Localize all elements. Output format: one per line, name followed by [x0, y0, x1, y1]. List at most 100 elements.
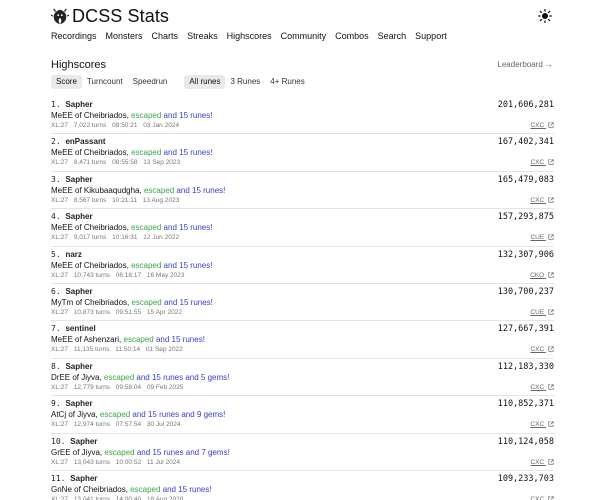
highscore-row[interactable]: 3. Sapher 165,479,083 MeEE of Kikubaaqud…	[51, 172, 554, 210]
server-link[interactable]: CUE	[530, 309, 554, 317]
turns-value: 12,779 turns	[73, 383, 110, 391]
date-value: 15 Apr 2022	[146, 308, 182, 316]
server-label: CXC	[530, 122, 545, 129]
row-header: 4. Sapher	[51, 212, 93, 222]
date-value: 03 Jan 2024	[143, 122, 180, 129]
highscore-row[interactable]: 11. Sapher 109,233,703 GnNe of Cheibriad…	[51, 471, 554, 500]
server-link[interactable]: CXC	[530, 159, 554, 167]
highscore-row[interactable]: 5. narz 132,307,906 MeEE of Cheibriados,…	[51, 247, 554, 284]
filter-turncount[interactable]: Turncount	[82, 75, 128, 89]
sun-icon[interactable]	[538, 9, 552, 23]
server-link[interactable]: CXC	[530, 346, 554, 354]
highscore-row[interactable]: 2. enPassant 167,402,341 MeEE of Cheibri…	[51, 134, 554, 172]
escaped-text: escaped	[131, 111, 162, 120]
server-link[interactable]: CXC	[530, 197, 554, 205]
filter-score[interactable]: Score	[51, 75, 82, 89]
filter-3-runes[interactable]: 3 Runes	[225, 75, 265, 89]
game-description: MeEE of Kikubaaqudgha, escaped and 15 ru…	[51, 186, 225, 196]
filter-all-runes[interactable]: All runes	[184, 75, 226, 89]
external-link-icon	[548, 458, 554, 465]
leaderboard-link[interactable]: Leaderboard →	[497, 60, 553, 70]
nav-highscores[interactable]: Highscores	[227, 30, 272, 44]
server-link[interactable]: CUE	[530, 234, 554, 242]
game-meta: XL:27 11,135 turns 11:50:14 01 Sep 2022	[51, 346, 187, 354]
server-link[interactable]: CXC	[530, 421, 554, 429]
player-name[interactable]: Sapher	[65, 100, 92, 109]
runes-text: and 15 runes!	[155, 335, 205, 345]
highscore-row[interactable]: 7. sentinel 127,667,391 MeEE of Ashenzar…	[51, 321, 554, 359]
xl-value: XL:27	[51, 458, 68, 466]
date-value: 01 Sep 2022	[145, 346, 183, 354]
player-name[interactable]: Sapher	[65, 399, 92, 408]
site-title[interactable]: DCSS Stats	[72, 5, 169, 27]
player-name[interactable]: narz	[65, 250, 81, 259]
game-description: MeEE of Cheibriados, escaped and 15 rune…	[51, 111, 212, 121]
filter-4plus-runes[interactable]: 4+ Runes	[265, 75, 309, 89]
row-header: 10. Sapher	[51, 437, 97, 447]
duration-value: 11:50:14	[115, 346, 141, 354]
nav-combos[interactable]: Combos	[335, 30, 369, 44]
runes-text: and 15 runes and 7 gems!	[136, 447, 230, 457]
player-name[interactable]: Sapher	[70, 474, 97, 483]
turns-value: 13,043 turns	[73, 458, 110, 466]
score-value: 157,293,875	[497, 212, 554, 223]
site-header: DCSS Stats	[51, 6, 553, 30]
duration-value: 09:58:04	[115, 383, 142, 391]
nav-recordings[interactable]: Recordings	[51, 30, 97, 44]
filter-speedrun[interactable]: Speedrun	[128, 75, 173, 89]
player-name[interactable]: Sapher	[65, 287, 92, 296]
highscore-row[interactable]: 8. Sapher 112,183,330 DrEE of Jiyva, esc…	[51, 359, 554, 397]
server-link[interactable]: CXC	[530, 122, 554, 130]
nav-community[interactable]: Community	[281, 30, 327, 44]
highscore-row[interactable]: 4. Sapher 157,293,875 MeEE of Cheibriado…	[51, 209, 554, 247]
rank: 4.	[51, 212, 61, 222]
server-link[interactable]: CXC	[530, 384, 554, 392]
combo-text: MeEE of Cheibriados,	[51, 223, 129, 233]
server-link[interactable]: CKO	[530, 272, 554, 280]
nav-charts[interactable]: Charts	[152, 30, 179, 44]
turns-value: 11,135 turns	[73, 346, 110, 354]
xl-value: XL:27	[51, 383, 68, 391]
runes-text: and 15 runes!	[176, 185, 226, 195]
filter-bar: Score Turncount Speedrun All runes 3 Run…	[51, 75, 310, 89]
external-link-icon	[548, 271, 554, 278]
score-value: 110,852,371	[497, 399, 554, 410]
highscore-row[interactable]: 6. Sapher 130,700,237 MyTm of Cheibriado…	[51, 284, 554, 322]
date-value: 11 Jul 2024	[146, 458, 181, 466]
server-label: CXC	[530, 383, 545, 391]
combo-text: MeEE of Ashenzari,	[51, 335, 122, 345]
player-name[interactable]: Sapher	[65, 362, 92, 371]
rank: 3.	[51, 174, 61, 184]
nav-streaks[interactable]: Streaks	[187, 30, 218, 44]
combo-text: GnNe of Cheibriados,	[51, 484, 128, 494]
duration-value: 14:00:40	[115, 495, 142, 500]
player-name[interactable]: sentinel	[65, 324, 95, 333]
nav-monsters[interactable]: Monsters	[106, 30, 143, 44]
logo-icon[interactable]	[51, 8, 69, 26]
game-meta: XL:27 9,017 turns 10:16:31 12 Jun 2022	[51, 234, 183, 242]
combo-text: MeEE of Cheibriados,	[51, 148, 129, 158]
server-link[interactable]: CXC	[530, 459, 554, 467]
external-link-icon	[548, 496, 554, 500]
row-header: 2. enPassant	[51, 137, 106, 147]
player-name[interactable]: enPassant	[65, 137, 105, 146]
player-name[interactable]: Sapher	[65, 175, 92, 184]
external-link-icon	[548, 234, 554, 240]
server-link[interactable]: CXC	[530, 496, 554, 500]
highscore-row[interactable]: 9. Sapher 110,852,371 AtCj of Jiyva, esc…	[51, 396, 554, 434]
score-value: 167,402,341	[497, 137, 554, 148]
game-meta: XL:27 12,779 turns 09:58:04 09 Feb 2025	[51, 384, 187, 392]
combo-text: AtCj of Jiyva,	[51, 410, 98, 420]
highscore-row[interactable]: 1. Sapher 201,606,281 MeEE of Cheibriado…	[51, 97, 554, 135]
nav-support[interactable]: Support	[415, 30, 447, 44]
nav-search[interactable]: Search	[378, 30, 407, 44]
row-header: 5. narz	[51, 250, 82, 260]
runes-text: and 15 runes!	[163, 148, 213, 158]
player-name[interactable]: Sapher	[70, 437, 97, 446]
game-meta: XL:27 12,974 turns 07:57:54 30 Jul 2024	[51, 421, 185, 429]
duration-value: 10:00:52	[115, 458, 142, 466]
player-name[interactable]: Sapher	[65, 212, 92, 221]
score-value: 127,667,391	[497, 324, 554, 335]
game-description: MyTm of Cheibriados, escaped and 15 rune…	[51, 298, 213, 308]
highscore-row[interactable]: 10. Sapher 110,124,058 GrEE of Jiyva, es…	[51, 434, 554, 471]
